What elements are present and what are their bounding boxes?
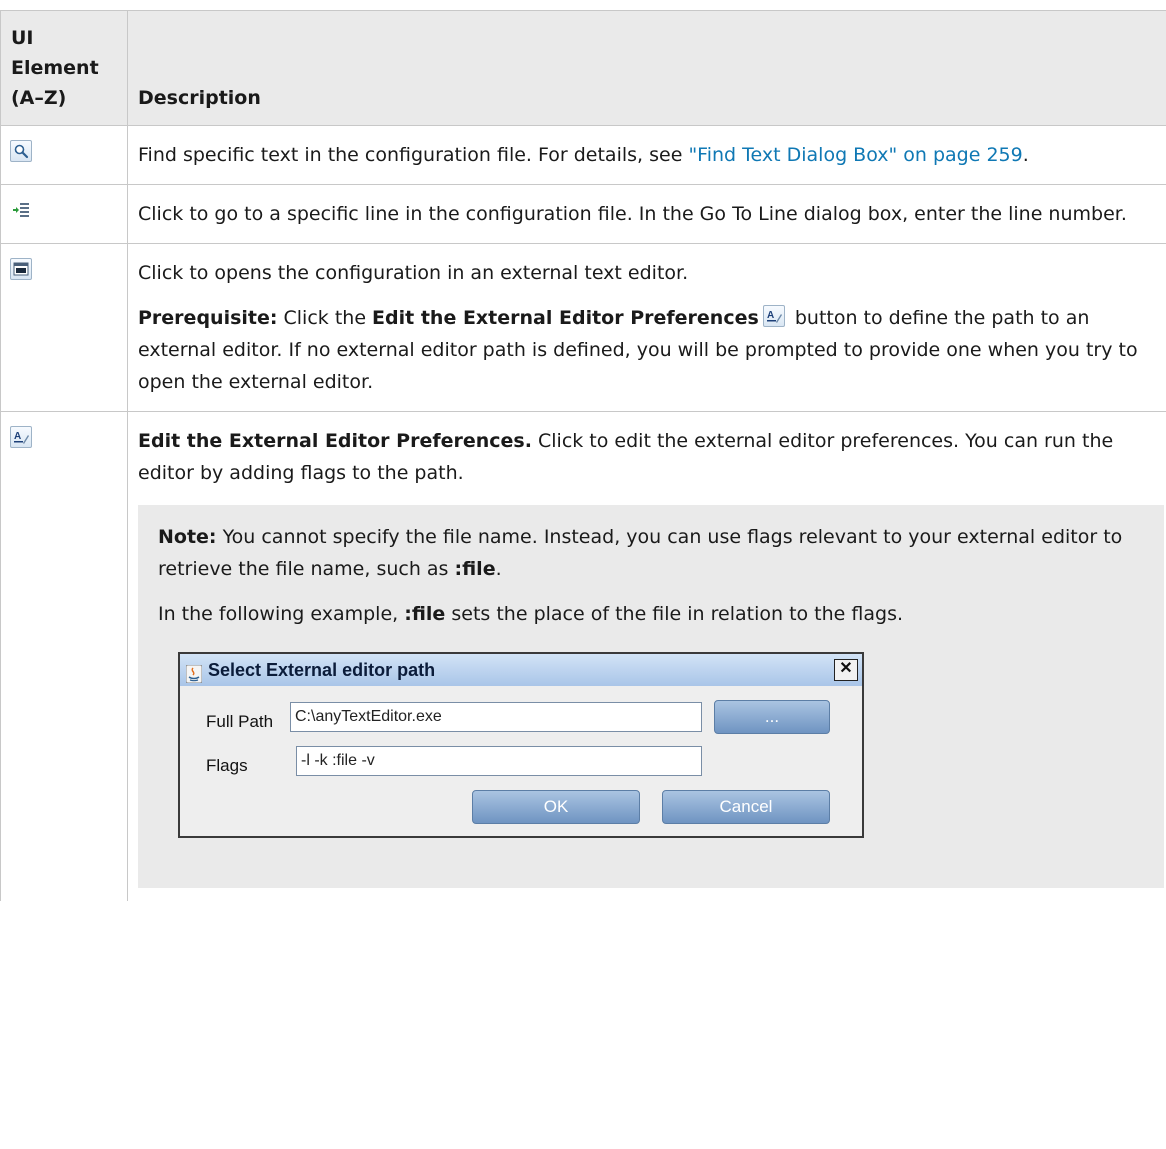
note-code-2: :file [404, 603, 446, 625]
editor-preferences-icon: A [762, 305, 785, 327]
close-icon[interactable]: ✕ [834, 659, 858, 681]
ui-element-header: UI Element (A–Z) [0, 10, 128, 126]
header-line-3: (A–Z) [11, 87, 67, 109]
icon-cell [0, 243, 128, 412]
icon-cell: A [0, 411, 128, 901]
java-icon [185, 661, 203, 684]
go-to-line-description: Click to go to a specific line in the co… [138, 203, 1127, 225]
table-header-row: UI Element (A–Z) Description [0, 10, 1166, 126]
description-cell: Click to opens the configuration in an e… [127, 243, 1166, 412]
find-text-icon [10, 140, 32, 162]
prerequisite-text-1: Click the [277, 307, 373, 329]
description-cell: Edit the External Editor Preferences. Cl… [127, 411, 1166, 901]
icon-cell [0, 184, 128, 244]
editor-preferences-icon: A [10, 426, 32, 448]
dialog-title-bar: Select External editor path ✕ [180, 654, 862, 686]
prerequisite-button-name: Edit the External Editor Preferences [372, 307, 759, 329]
find-text-dialog-link[interactable]: "Find Text Dialog Box" on page 259 [688, 144, 1022, 166]
header-line-2: Element [11, 57, 99, 79]
note-code-1: :file [454, 558, 496, 580]
select-external-editor-dialog: Select External editor path ✕ Full Path … [178, 652, 864, 838]
find-text-description: Find specific text in the configuration … [138, 144, 689, 166]
editor-preferences-title: Edit the External Editor Preferences. [138, 430, 532, 452]
table-row: Click to go to a specific line in the co… [0, 184, 1166, 244]
flags-label: Flags [206, 756, 248, 775]
note-text-1-end: . [495, 558, 502, 580]
full-path-input[interactable]: C:\anyTextEditor.exe [290, 702, 702, 732]
full-path-label: Full Path [206, 712, 274, 731]
find-text-period: . [1022, 144, 1029, 166]
icon-cell [0, 125, 128, 185]
flags-input[interactable]: -l -k :file -v [296, 746, 702, 776]
header-line-1: UI [11, 27, 34, 49]
ui-elements-table: UI Element (A–Z) Description Find specif… [0, 10, 1166, 901]
cancel-button[interactable]: Cancel [662, 790, 830, 824]
description-cell: Find specific text in the configuration … [127, 125, 1166, 185]
browse-button[interactable]: ... [714, 700, 830, 734]
svg-text:A: A [767, 310, 774, 321]
note-text-2-pre: In the following example, [158, 603, 405, 625]
table-row: Find specific text in the configuration … [0, 125, 1166, 185]
external-editor-icon [10, 258, 32, 280]
note-label: Note: [158, 526, 217, 548]
description-header: Description [127, 10, 1166, 126]
ok-button[interactable]: OK [472, 790, 640, 824]
note-text-2-post: sets the place of the file in relation t… [445, 603, 904, 625]
description-cell: Click to go to a specific line in the co… [127, 184, 1166, 244]
prerequisite-label: Prerequisite: [138, 307, 278, 329]
note-text-1: You cannot specify the file name. Instea… [158, 526, 1123, 580]
table-row: Click to opens the configuration in an e… [0, 243, 1166, 412]
external-editor-description: Click to opens the configuration in an e… [138, 262, 689, 284]
table-row: A Edit the External Editor Preferences. … [0, 411, 1166, 901]
prerequisite-paragraph: Prerequisite: Click the Edit the Externa… [138, 302, 1152, 398]
note-box: Note: You cannot specify the file name. … [138, 505, 1164, 888]
dialog-title: Select External editor path [208, 660, 436, 680]
go-to-line-icon [10, 199, 32, 221]
svg-text:A: A [14, 431, 21, 442]
